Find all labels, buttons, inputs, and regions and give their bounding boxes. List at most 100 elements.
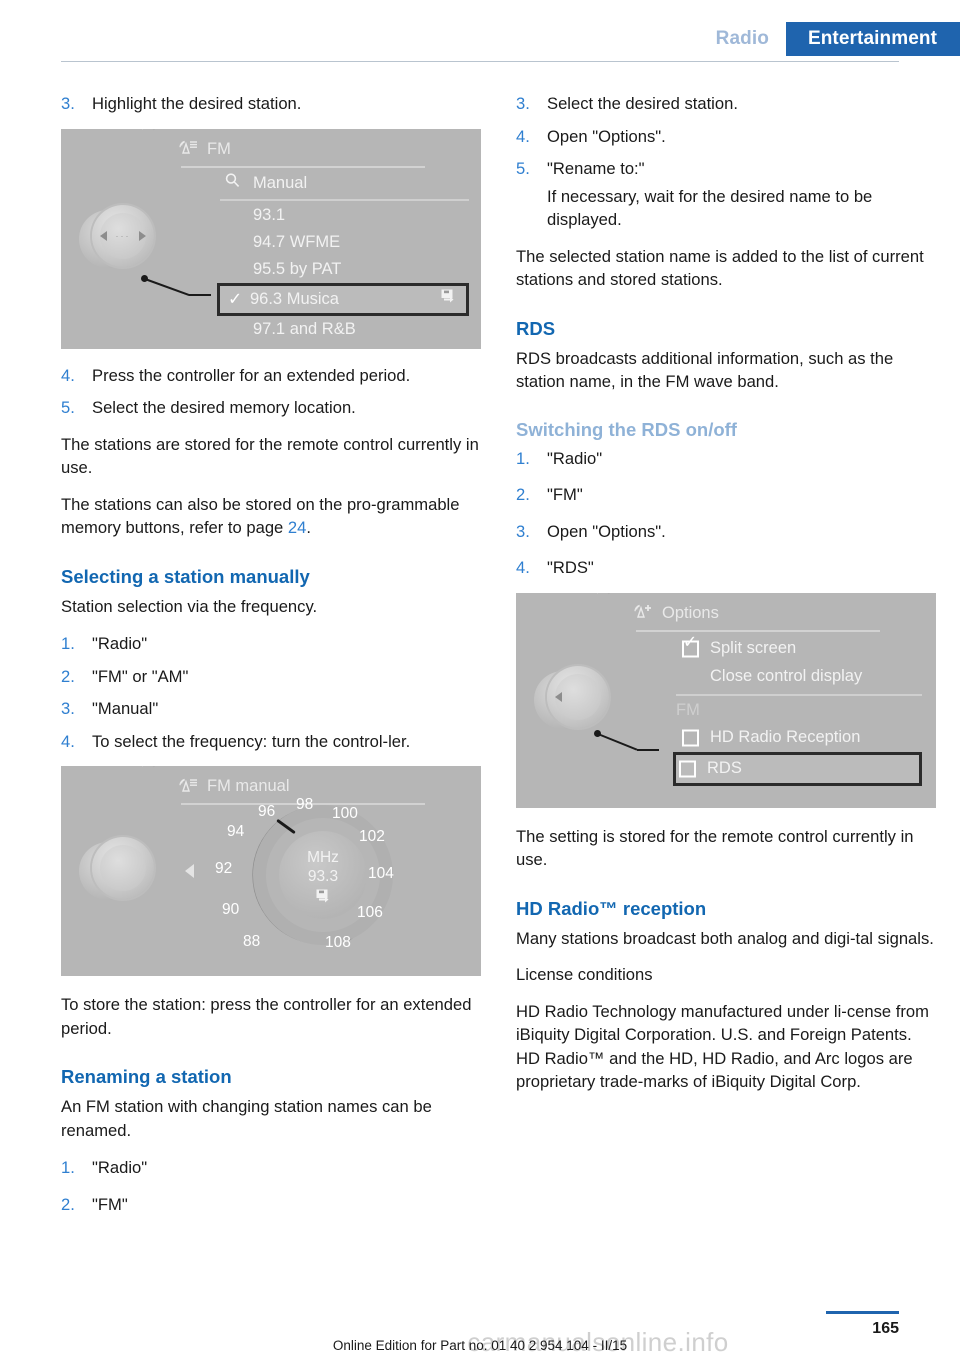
step-number: 1. [516,448,530,468]
step-number: 3. [61,699,75,718]
idrive-controller-knob[interactable] [79,833,155,909]
options-menu-screenshot: Options Split screen Close control displ… [516,592,936,808]
paragraph-setting-stored: The setting is stored for the remote con… [516,826,914,870]
options-group-label: FM [676,698,922,724]
paragraph-hd-intro: Many stations broadcast both analog and … [516,928,934,948]
list-item: 5. "Rename to:" [516,157,936,181]
list-item[interactable]: 93.1 [220,202,469,229]
step-number: 4. [61,365,75,385]
step-number: 1. [61,1158,75,1177]
list-item[interactable]: 97.1 and R&B [220,316,469,343]
list-item-manual[interactable]: Manual [220,170,469,197]
step-text: Select the desired memory location. [92,398,356,417]
list-item[interactable]: 94.7 WFME [220,229,469,256]
option-label: HD Radio Reception [710,728,861,746]
antenna-plus-icon [633,604,655,622]
option-label: Split screen [710,639,797,657]
fm-manual-tuner-screenshot: FM manual MHz 93.3 88 90 92 94 96 98 100… [61,766,481,976]
paragraph-station-selection: Station selection via the frequency. [61,596,318,616]
dial-tick-label: 104 [368,865,394,882]
page-number: 165 [872,1320,899,1337]
step-text: "Radio" [92,1158,148,1177]
antenna-list-icon [178,778,200,796]
knob-right-arrow-icon [139,230,146,241]
heading-rds: RDS [516,317,556,339]
step-number: 3. [516,94,530,113]
page-header: Radio Entertainment [0,0,960,62]
dial-tick-label: 108 [325,934,351,951]
dial-frequency: 93.3 [307,868,339,886]
step-text: Open "Options". [547,521,666,541]
list-item: 3. Highlight the desired station. [61,92,481,116]
list-item[interactable]: 97.9 [220,343,469,349]
option-item-close-control-display[interactable]: Close control display [676,663,922,691]
option-item-rds-selected[interactable]: RDS [673,751,922,786]
list-item: 4. Press the controller for an extended … [61,364,481,388]
header-tabs: Radio Entertainment [716,22,960,56]
station-list: Manual 93.1 94.7 WFME 95.5 by PAT ✓ 96.3… [217,170,469,349]
list-rename-steps-continued: 3. Select the desired station. 4. Open "… [516,92,936,181]
save-icon [440,288,457,310]
dial-tick-label: 100 [332,805,358,822]
step-text: "FM" [547,485,583,504]
step-number: 3. [61,94,75,113]
save-icon [279,888,367,910]
checkbox-checked-icon[interactable] [682,633,699,657]
idrive-screen: Options Split screen Close control displ… [620,593,936,808]
footer-accent-rule [826,1311,899,1314]
list-item-label: 96.3 Musica [250,289,339,308]
checkbox-empty-icon[interactable] [679,760,696,777]
step-number: 5. [516,159,530,178]
idrive-controller-knob[interactable]: ··· [79,201,155,277]
step-text: "FM" [92,1194,128,1214]
list-item: 2. "FM" or "AM" [61,665,481,689]
idrive-screen: FM manual MHz 93.3 88 90 92 94 96 98 100… [165,766,481,976]
list-item: 1. "Radio" [61,632,481,656]
list-item: 5. Select the desired memory location. [61,396,481,420]
heading-renaming-a-station: Renaming a station [61,1066,232,1087]
magnifier-icon [224,172,241,194]
list-item: 1. "Radio" [61,1156,481,1180]
step-number: 2. [61,1194,75,1214]
step-number: 4. [516,558,530,577]
left-column: 3. Highlight the desired station. FM Man… [61,92,481,1225]
list-rds-steps: 1. "Radio" 2. "FM" 3. Open "Options". 4.… [516,447,936,580]
step-number: 4. [61,731,75,751]
screen-left-arrow-icon [185,864,194,878]
paragraph-license-text: HD Radio Technology manufactured under l… [516,1001,929,1092]
list-item-label: 97.9 [253,347,285,349]
list-item: 2. "FM" [516,483,936,507]
list-item: 4. Open "Options". [516,125,936,149]
knob-left-arrow-icon [555,692,562,702]
list-item-label: 97.1 and R&B [253,319,356,338]
callout-line [594,729,714,752]
dial-tick-label: 88 [243,933,261,950]
knob-center-dots: ··· [115,230,131,241]
step-text: Press the controller for an extended per… [92,365,411,385]
screen-title: Options [633,604,719,623]
step-text: "Manual" [92,699,159,718]
step-text: To select the frequency: turn the contro… [92,731,411,751]
step-number: 2. [516,485,530,504]
option-label: RDS [707,759,742,777]
list-item: 3. "Manual" [61,697,481,721]
list-item-label: 94.7 WFME [253,232,341,251]
idrive-controller-knob[interactable] [534,662,610,738]
knob-left-arrow-icon [100,230,107,241]
options-separator [676,693,922,696]
step-text: "FM" or "AM" [92,666,189,686]
list-item: 4. "RDS" [516,556,936,580]
dial-tick-label: 92 [215,860,233,877]
footer-edition-text: Online Edition for Part no. 01 40 2 954 … [332,1338,628,1353]
screen-title-rule [636,629,880,632]
dial-readout: MHz 93.3 [279,848,367,910]
step-number: 5. [61,398,75,417]
option-item-split-screen[interactable]: Split screen [676,633,922,663]
screen-title-rule [181,165,425,168]
list-rename-steps: 1. "Radio" 2. "FM" [61,1156,481,1216]
list-item: 3. Select the desired station. [516,92,936,116]
screen-title-text: Options [662,603,719,622]
fm-station-list-screenshot: FM Manual 93.1 94.7 WFME 95.5 by PAT ✓ 9… [61,128,481,349]
page-reference[interactable]: 24 [288,518,306,537]
screen-title: FM [178,140,231,159]
